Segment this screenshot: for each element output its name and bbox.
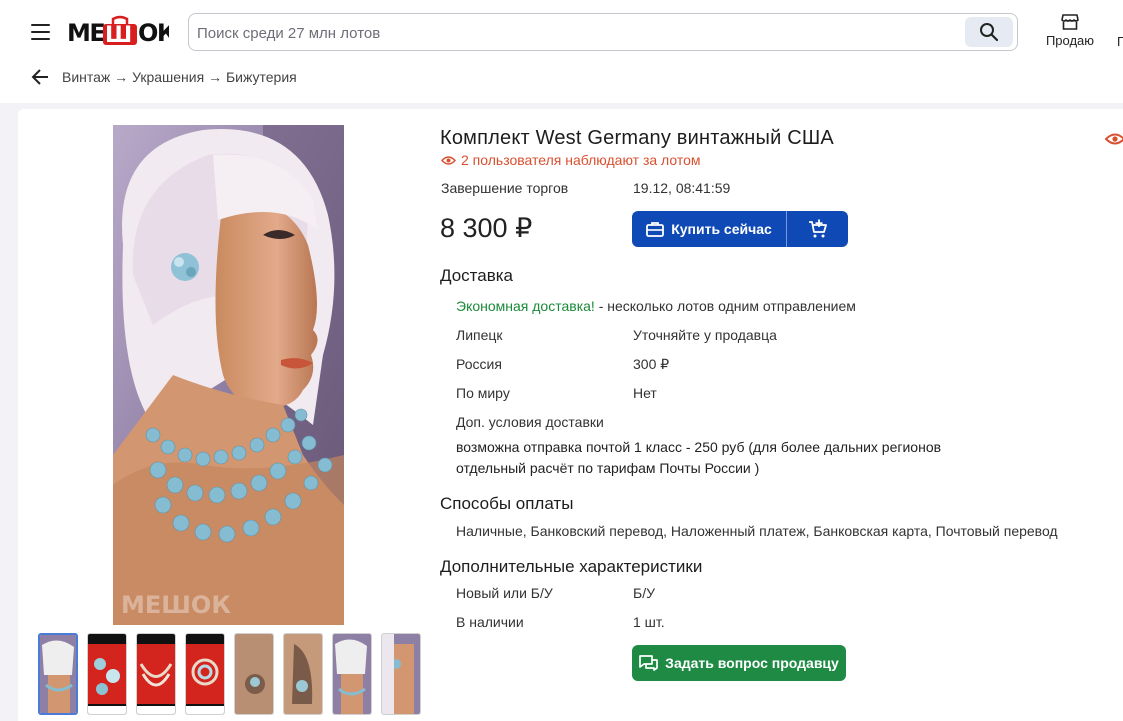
eye-icon — [441, 155, 456, 165]
briefcase-icon — [646, 222, 665, 237]
delivery-row-value: 300 ₽ — [633, 356, 670, 372]
ask-seller-button[interactable]: Задать вопрос продавцу — [632, 645, 846, 681]
watchers-text: 2 пользователя наблюдают за лотом — [461, 152, 701, 168]
main-photo[interactable]: МЕШОК — [113, 125, 344, 625]
mannequin-photo: МЕШОК — [113, 125, 344, 625]
economy-delivery-row: Экономная доставка! - несколько лотов од… — [456, 298, 856, 314]
logo-mark-icon: МЕ Ш ОК — [67, 15, 169, 47]
thumbnail-6[interactable] — [283, 633, 323, 715]
payment-heading: Способы оплаты — [440, 494, 574, 513]
payment-methods: Наличные, Банковский перевод, Наложенный… — [456, 523, 1058, 539]
ask-seller-label: Задать вопрос продавцу — [665, 655, 839, 671]
characteristic-value: Б/У — [633, 585, 655, 601]
thumbnail-5[interactable] — [234, 633, 274, 715]
delivery-row-label: По миру — [456, 385, 510, 401]
thumbnail-1[interactable] — [38, 633, 78, 715]
delivery-row-value: Уточняйте у продавца — [633, 327, 777, 343]
thumbnail-3[interactable] — [136, 633, 176, 715]
lot-title: Комплект West Germany винтажный США — [440, 127, 834, 149]
top-header: МЕ Ш ОК Продаю Г Винтаж → Украшения → Би… — [0, 0, 1123, 103]
thumbnail-8[interactable] — [381, 633, 421, 715]
photo-watermark: МЕШОК — [121, 591, 231, 619]
sell-label: Продаю — [1045, 33, 1095, 48]
thumbnail-strip — [38, 633, 421, 715]
watchers-note: 2 пользователя наблюдают за лотом — [441, 152, 701, 168]
characteristic-label: Новый или Б/У — [456, 585, 553, 601]
add-to-cart-button[interactable] — [787, 211, 848, 247]
thumbnail-7[interactable] — [332, 633, 372, 715]
sell-link[interactable]: Продаю — [1040, 14, 1100, 48]
thumbnail-2[interactable] — [87, 633, 127, 715]
site-logo[interactable]: МЕ Ш ОК — [67, 15, 169, 47]
watch-lot-eye-icon[interactable] — [1105, 132, 1123, 146]
buy-button-group: Купить сейчас — [632, 211, 848, 247]
cart-plus-icon — [808, 219, 827, 238]
chat-icon — [639, 654, 659, 671]
buy-now-button[interactable]: Купить сейчас — [632, 211, 787, 247]
characteristic-value: 1 шт. — [633, 614, 665, 630]
lot-price: 8 300 ₽ — [440, 213, 533, 243]
breadcrumb[interactable]: Винтаж → Украшения → Бижутерия — [62, 69, 297, 85]
end-value: 19.12, 08:41:59 — [633, 180, 731, 196]
store-icon — [1061, 14, 1079, 30]
delivery-heading: Доставка — [440, 266, 514, 285]
characteristic-label: В наличии — [456, 614, 524, 630]
search-bar — [188, 13, 1018, 51]
svg-text:Ш: Ш — [105, 23, 132, 47]
economy-delivery-text: - несколько лотов одним отправлением — [594, 298, 856, 314]
search-input[interactable] — [197, 22, 957, 44]
delivery-row-label: Липецк — [456, 327, 503, 343]
characteristics-heading: Дополнительные характеристики — [440, 557, 703, 576]
search-icon — [980, 23, 999, 42]
svg-text:МЕ: МЕ — [67, 19, 104, 47]
svg-text:ОК: ОК — [138, 19, 169, 47]
delivery-row-label: Россия — [456, 356, 502, 372]
buy-now-label: Купить сейчас — [671, 221, 772, 237]
end-label: Завершение торгов — [441, 180, 569, 196]
economy-delivery-link[interactable]: Экономная доставка! — [456, 298, 595, 314]
search-button[interactable] — [965, 17, 1013, 47]
menu-icon[interactable] — [31, 24, 50, 40]
thumbnail-4[interactable] — [185, 633, 225, 715]
delivery-extra-line-1: возможна отправка почтой 1 класс - 250 р… — [456, 439, 942, 455]
delivery-row-value: Нет — [633, 385, 657, 401]
delivery-extra-line-2: отдельный расчёт по тарифам Почты России… — [456, 460, 760, 476]
back-arrow-icon[interactable] — [31, 68, 49, 86]
header-cutoff-label[interactable]: Г — [1117, 34, 1123, 49]
delivery-extra-label: Доп. условия доставки — [456, 414, 604, 430]
